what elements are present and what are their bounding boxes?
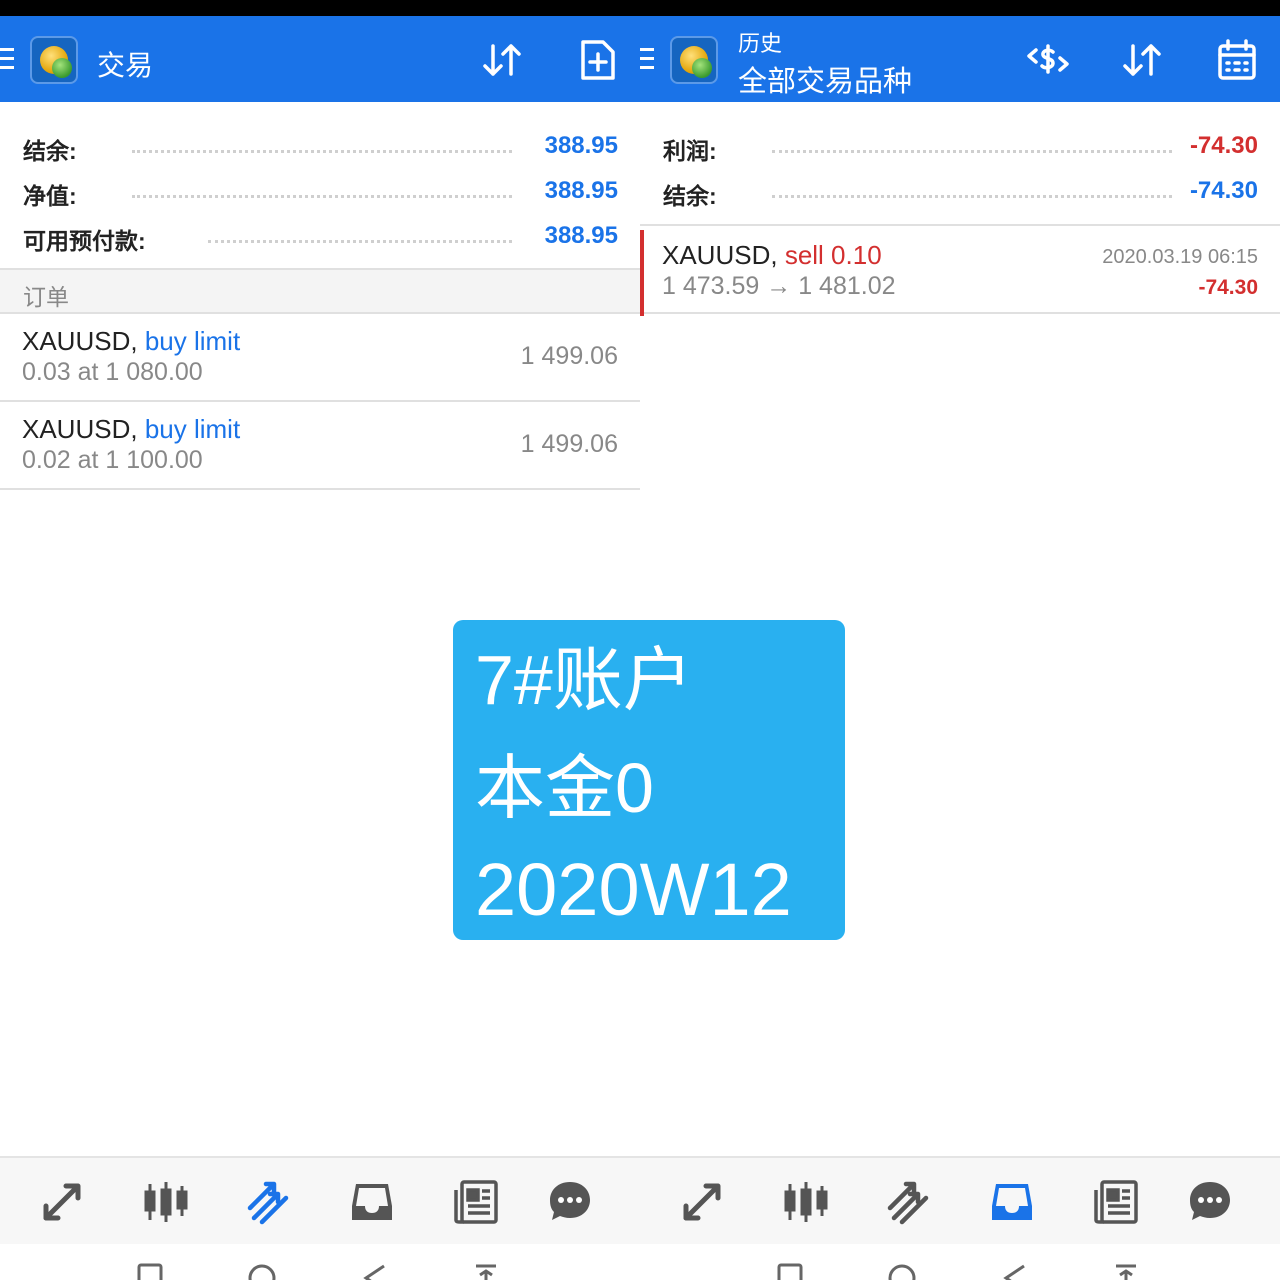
order-current-price: 1 499.06 xyxy=(520,430,618,458)
history-icon[interactable] xyxy=(346,1176,398,1228)
loss-marker xyxy=(640,230,644,316)
order-detail: 0.02 at 1 100.00 xyxy=(22,446,203,474)
history-icon[interactable] xyxy=(986,1176,1038,1228)
recent-apps-icon[interactable] xyxy=(776,1262,804,1280)
profit-row: 利润: -74.30 xyxy=(640,124,1280,164)
free-margin-label: 可用预付款: xyxy=(23,228,146,254)
trade-pane: 交易 结余: 388.95 净值: 388.95 可用预付款: 388.95 订… xyxy=(0,16,640,1156)
overlay-line-2: 本金0 xyxy=(475,749,654,827)
home-icon[interactable] xyxy=(248,1262,276,1280)
order-type: buy limit xyxy=(144,326,241,356)
news-icon[interactable] xyxy=(1090,1176,1142,1228)
trade-icon[interactable] xyxy=(882,1176,934,1228)
equity-row: 净值: 388.95 xyxy=(0,169,640,209)
balance-label: 结余: xyxy=(23,138,77,164)
equity-label: 净值: xyxy=(23,183,77,209)
chart-icon[interactable] xyxy=(140,1176,192,1228)
deal-type: sell 0.10 xyxy=(784,240,882,270)
deal-time: 2020.03.19 06:15 xyxy=(1102,246,1258,268)
history-app-bar: 历史 全部交易品种 xyxy=(640,16,1280,102)
system-nav-bar xyxy=(0,1244,640,1280)
orders-section-header: 订单 xyxy=(0,268,640,314)
trade-icon[interactable] xyxy=(242,1176,294,1228)
deal-row[interactable]: XAUUSD, sell 0.10 1 473.59 → 1 481.02 20… xyxy=(640,224,1280,316)
sort-icon[interactable] xyxy=(480,38,524,82)
page-title: 历史 xyxy=(738,31,783,56)
balance-label: 结余: xyxy=(663,183,717,209)
chat-icon[interactable] xyxy=(1184,1176,1236,1228)
calendar-icon[interactable] xyxy=(1215,38,1259,82)
order-row[interactable]: XAUUSD, buy limit 0.03 at 1 080.00 1 499… xyxy=(0,314,640,402)
equity-value: 388.95 xyxy=(544,177,618,204)
account-label-overlay: 7#账户 本金0 2020W12 xyxy=(453,620,845,940)
order-detail: 0.03 at 1 080.00 xyxy=(22,358,203,386)
balance-row: 结余: 388.95 xyxy=(0,124,640,164)
quotes-icon[interactable] xyxy=(676,1176,728,1228)
balance-row: 结余: -74.30 xyxy=(640,169,1280,209)
recent-apps-icon[interactable] xyxy=(136,1262,164,1280)
currency-exchange-icon[interactable] xyxy=(1026,38,1070,82)
order-symbol: XAUUSD, xyxy=(22,326,138,356)
trade-app-bar: 交易 xyxy=(0,16,640,102)
sort-icon[interactable] xyxy=(1120,38,1164,82)
page-title: 交易 xyxy=(97,50,154,81)
quotes-icon[interactable] xyxy=(36,1176,88,1228)
back-icon[interactable] xyxy=(1000,1262,1028,1280)
app-logo xyxy=(670,36,718,84)
home-icon[interactable] xyxy=(888,1262,916,1280)
order-symbol: XAUUSD, xyxy=(22,414,138,444)
system-nav-bar xyxy=(640,1244,1280,1280)
notification-shade-icon[interactable] xyxy=(472,1262,500,1280)
deal-profit: -74.30 xyxy=(1198,276,1258,299)
chart-icon[interactable] xyxy=(780,1176,832,1228)
profit-label: 利润: xyxy=(663,138,717,164)
overlay-line-3: 2020W12 xyxy=(475,848,792,931)
new-order-icon[interactable] xyxy=(575,38,619,82)
order-type: buy limit xyxy=(144,414,241,444)
symbol-filter[interactable]: 全部交易品种 xyxy=(738,58,912,100)
history-pane: 历史 全部交易品种 利润: -74.30 结余: -74.30 XAUUSD, … xyxy=(640,16,1280,1156)
order-row[interactable]: XAUUSD, buy limit 0.02 at 1 100.00 1 499… xyxy=(0,402,640,490)
balance-value: 388.95 xyxy=(544,132,618,159)
bottom-nav xyxy=(0,1156,640,1244)
menu-icon[interactable] xyxy=(0,48,14,72)
order-current-price: 1 499.06 xyxy=(520,342,618,370)
menu-icon[interactable] xyxy=(640,48,654,72)
deal-prices: 1 473.59 → 1 481.02 xyxy=(662,272,896,300)
status-bar xyxy=(0,0,1280,16)
profit-value: -74.30 xyxy=(1189,132,1258,159)
balance-value: -74.30 xyxy=(1189,177,1258,204)
back-icon[interactable] xyxy=(360,1262,388,1280)
free-margin-value: 388.95 xyxy=(544,222,618,249)
free-margin-row: 可用预付款: 388.95 xyxy=(0,214,640,254)
app-logo xyxy=(30,36,78,84)
news-icon[interactable] xyxy=(450,1176,502,1228)
deal-symbol: XAUUSD, xyxy=(662,240,778,270)
notification-shade-icon[interactable] xyxy=(1112,1262,1140,1280)
bottom-nav xyxy=(640,1156,1280,1244)
chat-icon[interactable] xyxy=(544,1176,596,1228)
section-title: 订单 xyxy=(23,284,69,310)
overlay-line-1: 7#账户 xyxy=(475,641,693,719)
